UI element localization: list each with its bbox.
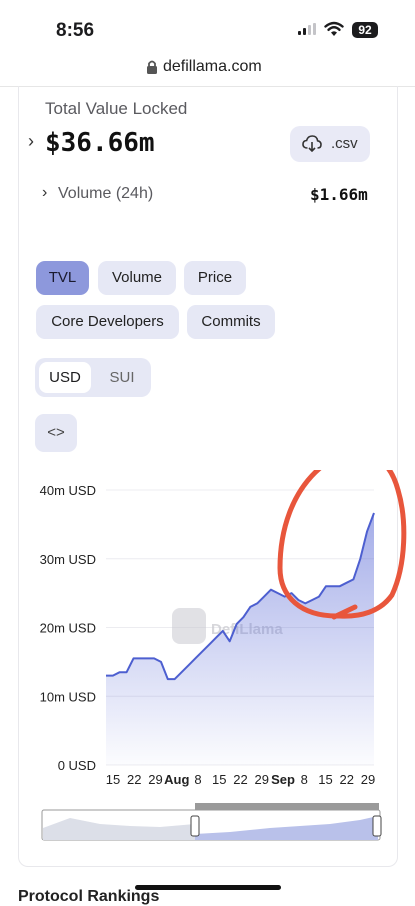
y-tick-label: 20m USD <box>40 621 96 636</box>
navigator-handle-right <box>372 815 382 837</box>
embed-code-button[interactable]: <> <box>35 414 77 452</box>
tvl-value: $36.66m <box>45 128 155 158</box>
x-tick-label: Aug <box>164 772 189 787</box>
volume-label[interactable]: Volume (24h) <box>58 185 153 203</box>
denomination-toggle: USD SUI <box>35 358 151 397</box>
x-tick-label: 8 <box>194 772 201 787</box>
x-tick-label: 29 <box>148 772 162 787</box>
cellular-signal-icon <box>298 23 316 35</box>
x-tick-label: 22 <box>127 772 141 787</box>
denomination-sui[interactable]: SUI <box>100 362 144 393</box>
x-tick-label: Sep <box>271 772 295 787</box>
battery-indicator: 92 <box>352 22 378 38</box>
x-tick-label: 22 <box>233 772 247 787</box>
x-tick-label: 22 <box>340 772 354 787</box>
volume-value: $1.66m <box>310 185 368 204</box>
y-tick-label: 10m USD <box>40 689 96 704</box>
download-csv-button[interactable]: .csv <box>290 126 370 162</box>
tab-price[interactable]: Price <box>184 261 246 295</box>
lock-icon <box>147 60 157 74</box>
tvl-label: Total Value Locked <box>45 99 188 118</box>
x-tick-label: 15 <box>106 772 120 787</box>
url-text: defillama.com <box>163 58 262 75</box>
tab-core-developers[interactable]: Core Developers <box>36 305 179 339</box>
denomination-usd[interactable]: USD <box>39 362 91 393</box>
tab-volume[interactable]: Volume <box>98 261 176 295</box>
chevron-right-icon[interactable]: › <box>42 184 47 202</box>
home-indicator <box>135 885 281 890</box>
chevron-right-icon[interactable]: › <box>28 131 34 152</box>
section-title: Protocol Rankings <box>18 888 160 905</box>
tvl-area <box>106 513 374 765</box>
tab-tvl[interactable]: TVL <box>36 261 89 295</box>
status-time: 8:56 <box>56 20 95 41</box>
wifi-icon <box>324 21 344 36</box>
navigator-selected-range <box>195 803 379 810</box>
navigator-handle-left <box>190 815 200 837</box>
tvl-chart[interactable]: 0 USD10m USD20m USD30m USD40m USD DefiLl… <box>0 470 415 850</box>
x-tick-label: 8 <box>301 772 308 787</box>
y-tick-label: 0 USD <box>58 758 96 773</box>
y-tick-label: 30m USD <box>40 552 96 567</box>
range-navigator[interactable] <box>41 803 382 841</box>
x-tick-label: 29 <box>361 772 375 787</box>
status-bar: 8:56 92 <box>0 0 415 52</box>
y-tick-label: 40m USD <box>40 483 96 498</box>
cloud-download-icon <box>302 135 322 152</box>
x-tick-label: 15 <box>212 772 226 787</box>
x-tick-label: 15 <box>318 772 332 787</box>
csv-label: .csv <box>331 135 358 152</box>
browser-address-bar[interactable]: defillama.com <box>0 52 415 87</box>
tab-commits[interactable]: Commits <box>187 305 275 339</box>
x-tick-label: 29 <box>255 772 269 787</box>
watermark-logo <box>172 608 206 644</box>
